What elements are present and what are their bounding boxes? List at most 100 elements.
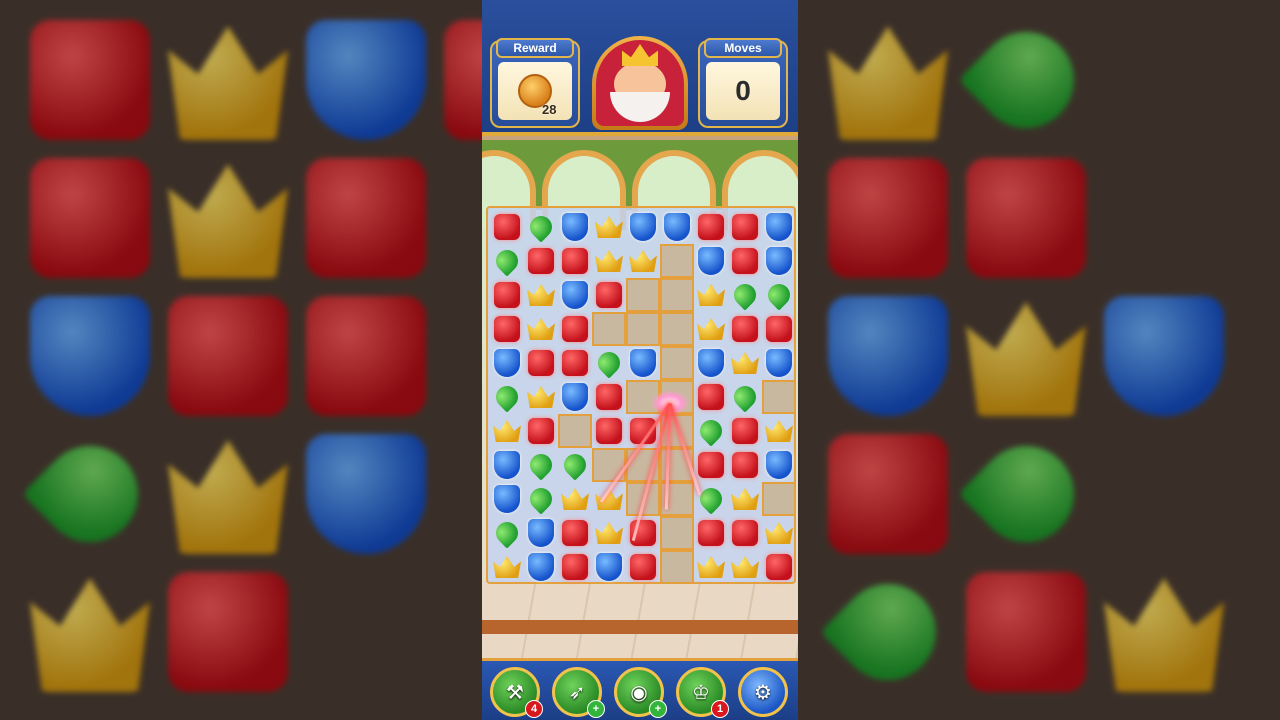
green-gem-tile[interactable]: [525, 483, 557, 515]
gold-crown-tile[interactable]: [730, 348, 760, 378]
red-gem-tile[interactable]: [526, 348, 556, 378]
blue-gem-icon: [562, 281, 588, 309]
blue-gem-tile[interactable]: [696, 348, 726, 378]
gold-crown-tile[interactable]: [492, 416, 522, 446]
red-gem-tile[interactable]: [560, 246, 590, 276]
gold-crown-icon: [765, 522, 793, 544]
blue-gem-icon: [494, 349, 520, 377]
hammer-booster-button[interactable]: ⚒ 4: [490, 667, 543, 718]
blue-gem-tile[interactable]: [594, 552, 624, 582]
blue-gem-tile[interactable]: [492, 450, 522, 480]
blue-gem-tile[interactable]: [560, 212, 590, 242]
blue-gem-tile[interactable]: [526, 518, 556, 548]
gold-crown-icon: [493, 420, 521, 442]
blue-gem-tile[interactable]: [764, 348, 794, 378]
game-screen: Reward 28 Moves 0 ⚒ 4 ➶ + ◉ + ♔ 1 ⚙: [482, 0, 798, 720]
green-gem-tile[interactable]: [729, 381, 761, 413]
red-gem-tile[interactable]: [594, 280, 624, 310]
red-gem-tile[interactable]: [526, 246, 556, 276]
red-gem-tile[interactable]: [730, 518, 760, 548]
gold-crown-tile[interactable]: [560, 484, 590, 514]
green-gem-tile[interactable]: [729, 279, 761, 311]
blue-gem-tile[interactable]: [560, 382, 590, 412]
red-gem-tile[interactable]: [492, 314, 522, 344]
match3-board[interactable]: [486, 206, 796, 584]
blue-gem-icon: [528, 553, 554, 581]
red-gem-tile[interactable]: [594, 416, 624, 446]
gold-crown-tile[interactable]: [526, 280, 556, 310]
blue-gem-icon: [766, 213, 792, 241]
red-gem-tile[interactable]: [492, 212, 522, 242]
red-gem-tile[interactable]: [594, 382, 624, 412]
gold-crown-tile[interactable]: [594, 518, 624, 548]
blue-gem-tile[interactable]: [764, 246, 794, 276]
gold-crown-tile[interactable]: [730, 484, 760, 514]
blue-gem-tile[interactable]: [696, 246, 726, 276]
background-gem: [1104, 578, 1224, 692]
green-gem-tile[interactable]: [559, 449, 591, 481]
red-gem-tile[interactable]: [696, 382, 726, 412]
blue-gem-tile[interactable]: [526, 552, 556, 582]
background-gem: [30, 20, 150, 140]
green-gem-tile[interactable]: [525, 211, 557, 243]
blue-gem-icon: [596, 553, 622, 581]
background-gem: [168, 296, 288, 416]
green-gem-tile[interactable]: [491, 517, 523, 549]
green-gem-tile[interactable]: [763, 279, 795, 311]
blue-gem-tile[interactable]: [764, 212, 794, 242]
arrow-booster-button[interactable]: ➶ +: [552, 667, 605, 718]
empty-cell: [660, 312, 694, 346]
red-gem-tile[interactable]: [696, 450, 726, 480]
red-gem-tile[interactable]: [764, 314, 794, 344]
red-gem-tile[interactable]: [560, 348, 590, 378]
red-gem-tile[interactable]: [730, 314, 760, 344]
settings-booster-button[interactable]: ⚙: [738, 667, 788, 717]
green-gem-tile[interactable]: [525, 449, 557, 481]
blue-gem-tile[interactable]: [662, 212, 692, 242]
red-gem-tile[interactable]: [696, 518, 726, 548]
gold-crown-tile[interactable]: [628, 246, 658, 276]
green-gem-tile[interactable]: [593, 347, 625, 379]
top-hud: Reward 28 Moves 0: [482, 0, 798, 136]
blue-gem-icon: [698, 247, 724, 275]
blue-gem-tile[interactable]: [492, 348, 522, 378]
gold-crown-tile[interactable]: [764, 416, 794, 446]
red-gem-tile[interactable]: [730, 212, 760, 242]
red-gem-tile[interactable]: [696, 212, 726, 242]
gold-crown-tile[interactable]: [696, 314, 726, 344]
red-gem-tile[interactable]: [560, 518, 590, 548]
gold-crown-tile[interactable]: [730, 552, 760, 582]
jester-hat-booster-button[interactable]: ♔ 1: [676, 667, 729, 718]
green-gem-tile[interactable]: [491, 381, 523, 413]
red-gem-tile[interactable]: [628, 552, 658, 582]
red-gem-tile[interactable]: [730, 450, 760, 480]
gold-crown-tile[interactable]: [764, 518, 794, 548]
gold-crown-tile[interactable]: [696, 280, 726, 310]
gold-crown-tile[interactable]: [594, 212, 624, 242]
blue-gem-tile[interactable]: [492, 484, 522, 514]
blue-gem-tile[interactable]: [628, 348, 658, 378]
red-gem-tile[interactable]: [560, 314, 590, 344]
blue-gem-tile[interactable]: [764, 450, 794, 480]
green-gem-tile[interactable]: [695, 415, 727, 447]
level-scene: [482, 140, 798, 660]
red-gem-tile[interactable]: [730, 246, 760, 276]
red-gem-tile[interactable]: [526, 416, 556, 446]
gold-crown-tile[interactable]: [594, 246, 624, 276]
gold-crown-icon: [561, 488, 589, 510]
green-gem-tile[interactable]: [491, 245, 523, 277]
blue-gem-tile[interactable]: [560, 280, 590, 310]
gold-crown-tile[interactable]: [696, 552, 726, 582]
red-gem-tile[interactable]: [560, 552, 590, 582]
background-gem: [820, 564, 956, 700]
green-gem-icon: [593, 347, 625, 379]
gold-crown-tile[interactable]: [526, 382, 556, 412]
gold-crown-tile[interactable]: [526, 314, 556, 344]
red-gem-tile[interactable]: [492, 280, 522, 310]
cannon-booster-button[interactable]: ◉ +: [614, 667, 667, 718]
blue-gem-tile[interactable]: [628, 212, 658, 242]
red-gem-tile[interactable]: [730, 416, 760, 446]
green-gem-tile[interactable]: [695, 483, 727, 515]
gold-crown-tile[interactable]: [492, 552, 522, 582]
red-gem-tile[interactable]: [764, 552, 794, 582]
